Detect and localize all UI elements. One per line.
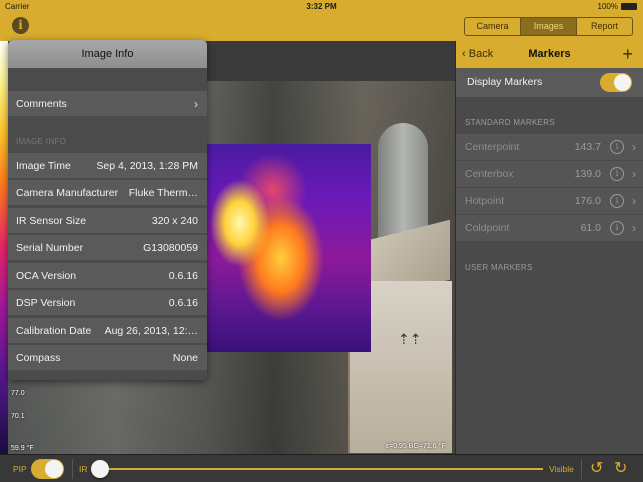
bottom-toolbar: PIP IR Visible ↺ ↻ [0,454,643,482]
scale-label-upper: 77.0 [11,390,25,397]
info-icon[interactable]: i [610,140,624,154]
info-row-label: Image Time [16,160,71,172]
blend-slider-thumb[interactable] [91,460,109,478]
info-row-label: Calibration Date [16,325,92,337]
info-row-label: Serial Number [16,242,84,254]
plus-icon[interactable]: + [622,41,633,67]
display-markers-toggle[interactable] [600,73,632,92]
info-row-value: G13080059 [143,242,198,254]
comments-row[interactable]: Comments › [8,90,207,116]
marker-row[interactable]: Centerbox 139.0 i › [456,160,643,187]
info-row: Calibration Date Aug 26, 2013, 12:… [8,317,207,343]
thermal-overlay[interactable] [207,144,371,352]
battery-icon [621,3,637,10]
chevron-right-icon: › [632,194,636,208]
comments-label: Comments [16,98,67,110]
undo-icon[interactable]: ↺ [590,455,603,482]
info-row-value: 320 x 240 [151,215,198,227]
info-row: Image Time Sep 4, 2013, 1:28 PM [8,152,207,178]
chevron-right-icon: › [194,97,198,111]
markers-header: ‹ Back Markers + [456,41,643,68]
info-row: DSP Version 0.6.16 [8,289,207,315]
info-row-value: Sep 4, 2013, 1:28 PM [96,160,198,172]
visible-label: Visible [549,464,574,474]
info-row: Serial Number G13080059 [8,234,207,260]
box-arrows-icon: ⇡⇡ [398,331,422,347]
info-row: Compass None [8,344,207,370]
info-icon[interactable]: i [610,167,624,181]
toggle-knob [45,460,63,478]
chevron-right-icon: › [632,140,636,154]
marker-row[interactable]: Centerpoint 143.7 i › [456,133,643,160]
battery-percent: 100% [597,2,618,11]
markers-panel: ‹ Back Markers + Display Markers STANDAR… [455,41,643,454]
blend-slider-track[interactable] [95,468,543,470]
info-row-value: Aug 26, 2013, 12:… [104,325,198,337]
pip-label: PIP [13,464,27,474]
info-row-label: IR Sensor Size [16,215,87,227]
divider [581,459,582,479]
info-row-value: None [172,352,198,364]
chevron-right-icon: › [632,167,636,181]
top-bar: Carrier 3:32 PM 100% i Camera Images Rep… [0,0,643,41]
info-row-label: Compass [16,352,61,364]
marker-row[interactable]: Coldpoint 61.0 i › [456,214,643,241]
display-markers-label: Display Markers [467,76,543,88]
marker-label: Coldpoint [465,222,510,234]
marker-value: 176.0 [574,195,601,207]
popover-title: Image Info [8,40,207,68]
info-icon[interactable]: i [610,194,624,208]
info-row-value: 0.6.16 [168,297,198,309]
marker-label: Centerbox [465,168,514,180]
info-icon[interactable]: i [610,221,624,235]
markers-title: Markers [528,48,571,60]
info-row-label: OCA Version [16,270,77,282]
marker-label: Hotpoint [465,195,505,207]
tab-camera[interactable]: Camera [465,18,521,35]
clock: 3:32 PM [306,2,337,11]
info-row: IR Sensor Size 320 x 240 [8,207,207,233]
info-row-label: Camera Manufacturer [16,187,119,199]
image-info-popover: Image Info Comments › IMAGE INFO Image T… [8,40,207,380]
palette-scale-bar [0,41,8,454]
info-icon[interactable]: i [12,17,29,34]
marker-value: 143.7 [574,141,601,153]
user-markers-header: USER MARKERS [465,263,533,272]
toggle-knob [614,74,631,91]
mode-segmented-control: Camera Images Report [464,17,633,36]
display-markers-row: Display Markers [456,68,643,97]
info-row: Camera Manufacturer Fluke Therm… [8,179,207,205]
status-bar: Carrier 3:32 PM 100% [0,0,643,13]
marker-row[interactable]: Hotpoint 176.0 i › [456,187,643,214]
pip-toggle[interactable] [31,459,64,479]
emissivity-readout: ε=0.95 BG=71.6 °F [386,443,446,450]
tab-report[interactable]: Report [577,18,632,35]
info-row-value: 0.6.16 [168,270,198,282]
tab-images[interactable]: Images [521,18,577,35]
marker-value: 61.0 [580,222,601,234]
image-info-section-header: IMAGE INFO [16,137,67,146]
standard-markers-header: STANDARD MARKERS [465,118,555,127]
chevron-right-icon: › [632,221,636,235]
info-row: OCA Version 0.6.16 [8,262,207,288]
divider [72,459,73,479]
scale-label-lower: 70.1 [11,413,25,420]
ir-label: IR [79,464,88,474]
info-row-value: Fluke Therm… [128,187,198,199]
marker-label: Centerpoint [465,141,520,153]
scale-label-min: 59.9 °F [11,445,34,452]
marker-value: 139.0 [574,168,601,180]
redo-icon[interactable]: ↻ [614,455,627,482]
battery-indicator: 100% [598,2,637,11]
app-root: Carrier 3:32 PM 100% i Camera Images Rep… [0,0,643,482]
info-row-label: DSP Version [16,297,76,309]
